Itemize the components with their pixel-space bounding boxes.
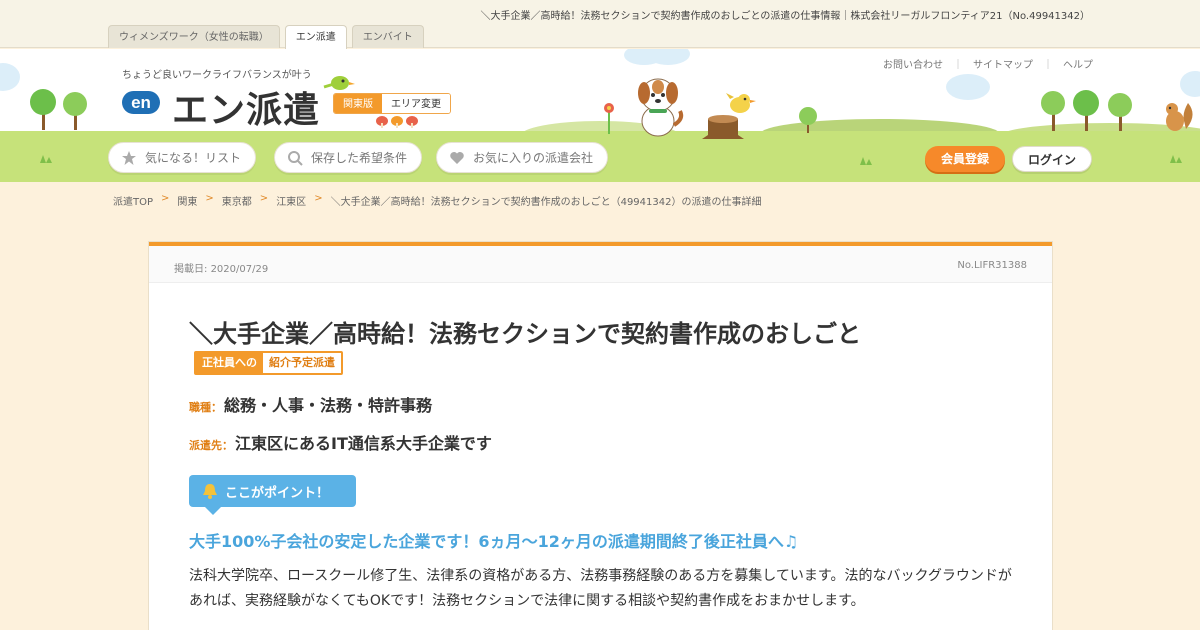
destination-label: 派遣先： — [189, 439, 233, 452]
badge-left: 正社員への — [196, 353, 263, 373]
dog-mascot-icon — [638, 78, 684, 137]
logo-text[interactable]: エン派遣 — [172, 81, 320, 133]
saved-conditions-label: 保存した希望条件 — [311, 151, 408, 165]
breadcrumb-item-koto[interactable]: 江東区 — [276, 193, 306, 208]
bird-icon — [726, 93, 756, 113]
breadcrumb-separator: > — [161, 193, 170, 204]
breadcrumb-item-top[interactable]: 派遣TOP — [113, 193, 153, 208]
region-badge: 関東版 エリア変更 — [333, 93, 451, 114]
tree-icon — [1041, 90, 1132, 131]
site-tabs: ウィメンズワーク（女性の転職） エン派遣 エンバイト — [108, 25, 424, 49]
stump-icon — [702, 115, 744, 139]
sitemap-link[interactable]: サイトマップ — [973, 56, 1033, 71]
grass-decoration — [860, 157, 872, 165]
star-icon — [122, 150, 136, 165]
tab-en-haken[interactable]: エン派遣 — [284, 25, 347, 49]
favorite-agencies-label: お気に入りの派遣会社 — [473, 151, 594, 165]
employment-badge: 正社員への 紹介予定派遣 — [194, 351, 343, 375]
help-link[interactable]: ヘルプ — [1063, 56, 1093, 71]
card-header: 掲載日: 2020/07/29 No.LIFR31388 — [149, 246, 1052, 283]
tab-womens-work[interactable]: ウィメンズワーク（女性の転職） — [108, 25, 280, 48]
breadcrumb-separator: > — [205, 193, 214, 204]
grass-decoration — [1170, 155, 1182, 163]
favorite-agencies-button[interactable]: お気に入りの派遣会社 — [436, 142, 609, 173]
posted-date-value: 2020/07/29 — [210, 264, 269, 275]
point-label: ここがポイント！ — [225, 485, 330, 501]
job-number: No.LIFR31388 — [957, 260, 1027, 271]
register-button[interactable]: 会員登録 — [925, 146, 1005, 172]
header: ちょうど良いワークライフバランスが叶う en エン派遣 関東版 エリア変更 お問… — [0, 49, 1200, 182]
job-detail-card: 掲載日: 2020/07/29 No.LIFR31388 ＼大手企業／高時給！法… — [149, 242, 1052, 630]
destination-value: 江東区にあるIT通信系大手企業です — [235, 434, 492, 453]
heart-icon — [450, 151, 464, 164]
cloud-decoration — [0, 63, 20, 91]
top-strip: ＼大手企業／高時給！法務セクションで契約書作成のおしごとの派遣の仕事情報｜株式会… — [0, 0, 1200, 49]
breadcrumb-item-kanto[interactable]: 関東 — [177, 193, 197, 208]
cloud-decoration — [1180, 71, 1200, 97]
search-icon — [288, 150, 303, 166]
breadcrumb-separator: > — [314, 193, 323, 204]
tree-icon — [799, 107, 817, 133]
tagline: ちょうど良いワークライフバランスが叶う — [122, 70, 312, 81]
tree-icon — [30, 89, 87, 130]
watchlist-button[interactable]: 気になる！リスト — [108, 142, 257, 173]
bell-icon — [203, 484, 217, 499]
region-label: 関東版 — [334, 94, 382, 113]
job-description: 法科大学院卒、ロースクール修了生、法律系の資格がある方、法務事務経験のある方を募… — [189, 568, 1012, 609]
login-button[interactable]: ログイン — [1012, 146, 1092, 172]
grass-decoration — [40, 155, 52, 163]
region-change-button[interactable]: エリア変更 — [382, 94, 450, 113]
saved-conditions-button[interactable]: 保存した希望条件 — [274, 142, 423, 173]
watchlist-label: 気になる！リスト — [145, 151, 242, 165]
separator: ｜ — [953, 60, 963, 71]
job-title: ＼大手企業／高時給！法務セクションで契約書作成のおしごと — [189, 320, 861, 348]
posted-label: 掲載日: — [174, 264, 208, 275]
utility-links: お問い合わせ ｜ サイトマップ ｜ ヘルプ — [883, 56, 1093, 71]
breadcrumb-separator: > — [259, 193, 269, 204]
occupation-row: 職種： 総務・人事・法務・特許事務 — [189, 392, 432, 416]
breadcrumb-item-tokyo[interactable]: 東京都 — [222, 193, 252, 208]
occupation-value: 総務・人事・法務・特許事務 — [224, 396, 433, 415]
occupation-label: 職種： — [189, 401, 222, 414]
job-headline: 大手100%子会社の安定した企業です！6ヵ月～12ヶ月の派遣期間終了後正社員へ♫ — [189, 532, 799, 551]
page-title: ＼大手企業／高時給！法務セクションで契約書作成のおしごとの派遣の仕事情報｜株式会… — [480, 11, 1090, 22]
posted-date: 掲載日: 2020/07/29 — [174, 260, 268, 275]
badge-right: 紹介予定派遣 — [263, 353, 341, 373]
destination-row: 派遣先： 江東区にあるIT通信系大手企業です — [189, 430, 492, 454]
squirrel-icon — [1166, 103, 1193, 131]
cloud-decoration — [946, 74, 990, 100]
contact-link[interactable]: お問い合わせ — [883, 56, 943, 71]
point-banner: ここがポイント！ — [189, 475, 356, 515]
en-logo-mark[interactable]: en — [122, 91, 160, 114]
breadcrumb-item-current: ＼大手企業／高時給！法務セクションで契約書作成のおしごと（49941342）の派… — [330, 197, 762, 208]
breadcrumb: 派遣TOP > 関東 > 東京都 > 江東区 > ＼大手企業／高時給！法務セクシ… — [113, 193, 761, 208]
tab-en-baito[interactable]: エンバイト — [351, 25, 424, 48]
separator: ｜ — [1043, 60, 1053, 71]
mushroom-icon — [376, 116, 418, 128]
flower-icon — [604, 103, 614, 134]
bird-icon — [323, 76, 355, 90]
